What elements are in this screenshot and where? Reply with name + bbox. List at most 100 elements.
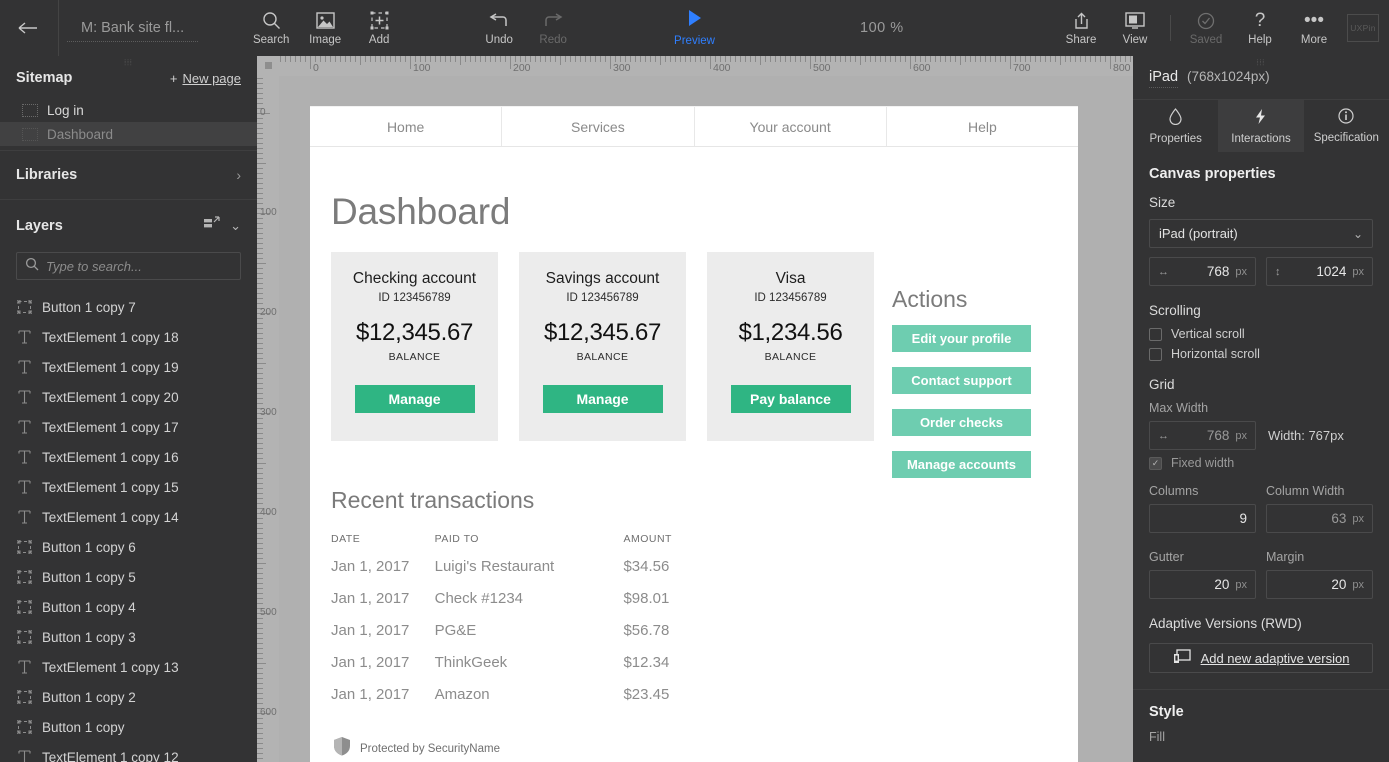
preview-button[interactable]: Preview [674, 9, 715, 47]
ruler-tick [810, 56, 811, 69]
nav-item-your-account[interactable]: Your account [695, 107, 887, 146]
account-card-savings[interactable]: Savings account ID 123456789 $12,345.67 … [519, 252, 686, 441]
undo-button[interactable]: Undo [472, 0, 526, 56]
layer-row[interactable]: Button 1 copy 4 [0, 592, 257, 622]
redo-button[interactable]: Redo [526, 0, 580, 56]
help-button[interactable]: ? Help [1233, 0, 1287, 56]
ruler-corner[interactable] [257, 56, 279, 76]
layer-row[interactable]: Button 1 copy 7 [0, 292, 257, 322]
order-checks-button[interactable]: Order checks [892, 409, 1031, 436]
ruler-tick [257, 658, 263, 659]
fixed-width-checkbox[interactable]: ✓ Fixed width [1149, 456, 1373, 470]
grid-column-width-field[interactable]: 63 px [1266, 504, 1373, 533]
layer-row[interactable]: Button 1 copy 3 [0, 622, 257, 652]
search-tool-button[interactable]: Search [244, 0, 298, 56]
layer-search-box[interactable] [16, 252, 241, 280]
ruler-tick [257, 288, 263, 289]
ruler-tick [755, 56, 756, 62]
layer-row[interactable]: Button 1 copy [0, 712, 257, 742]
ruler-tick [257, 448, 263, 449]
manage-button[interactable]: Manage [543, 385, 663, 413]
search-icon [25, 257, 39, 276]
layer-row[interactable]: Button 1 copy 5 [0, 562, 257, 592]
ruler-tick [500, 56, 501, 62]
account-card-checking[interactable]: Checking account ID 123456789 $12,345.67… [331, 252, 498, 441]
nav-item-services[interactable]: Services [502, 107, 694, 146]
ruler-tick [465, 56, 466, 62]
device-name[interactable]: iPad [1149, 69, 1178, 88]
view-button[interactable]: View [1108, 0, 1162, 56]
grid-max-width-field[interactable]: ↔ 768 px [1149, 421, 1256, 450]
layer-row[interactable]: Button 1 copy 6 [0, 532, 257, 562]
grid-columns-field[interactable]: 9 [1149, 504, 1256, 533]
expand-layers-icon[interactable] [204, 216, 220, 236]
vertical-scroll-checkbox[interactable]: Vertical scroll [1149, 327, 1373, 341]
horizontal-ruler[interactable]: 0100200300400500600700800 [257, 56, 1133, 76]
nav-item-help[interactable]: Help [887, 107, 1078, 146]
layer-search-input[interactable] [46, 259, 232, 274]
layer-row[interactable]: TextElement 1 copy 13 [0, 652, 257, 682]
layer-row[interactable]: TextElement 1 copy 15 [0, 472, 257, 502]
layer-row[interactable]: TextElement 1 copy 14 [0, 502, 257, 532]
zoom-level[interactable]: 100 % [860, 0, 904, 56]
edit-profile-button[interactable]: Edit your profile [892, 325, 1031, 352]
question-mark-icon: ? [1255, 10, 1266, 31]
layer-row[interactable]: TextElement 1 copy 19 [0, 352, 257, 382]
contact-support-button[interactable]: Contact support [892, 367, 1031, 394]
tab-properties[interactable]: Properties [1133, 100, 1218, 152]
tab-specification[interactable]: Specification [1304, 100, 1389, 152]
sitemap-item-dashboard[interactable]: Dashboard [0, 122, 257, 146]
image-tool-button[interactable]: Image [298, 0, 352, 56]
chevron-down-icon: ⌄ [1353, 227, 1363, 241]
nav-item-home[interactable]: Home [310, 107, 502, 146]
ruler-tick [935, 56, 936, 62]
page-thumb-icon [22, 128, 38, 141]
grid-gutter-value: 20 [1158, 577, 1229, 592]
new-page-button[interactable]: + New page [170, 71, 241, 86]
sitemap-drag-handle[interactable]: ⦙⦙⦙ [0, 56, 257, 65]
back-button[interactable] [0, 0, 58, 56]
site-nav: Home Services Your account Help [310, 106, 1078, 147]
ruler-tick [300, 56, 301, 62]
horizontal-scroll-checkbox[interactable]: Horizontal scroll [1149, 347, 1373, 361]
add-tool-button[interactable]: Add [352, 0, 406, 56]
tab-interactions[interactable]: Interactions [1218, 100, 1303, 152]
size-preset-select[interactable]: iPad (portrait) ⌄ [1149, 219, 1373, 248]
cell-paid-to: Luigi's Restaurant [435, 558, 624, 575]
canvas-area[interactable]: Home Services Your account Help Dashboar… [279, 76, 1133, 762]
layer-row[interactable]: TextElement 1 copy 12 [0, 742, 257, 762]
chevron-down-icon[interactable]: ⌄ [230, 218, 241, 234]
page-thumb-icon [22, 104, 38, 117]
columns-fields: 9 63 px [1149, 504, 1373, 533]
layer-row[interactable]: TextElement 1 copy 17 [0, 412, 257, 442]
document-title[interactable]: M: Bank site fl... [67, 15, 198, 42]
ruler-tick [257, 103, 263, 104]
layer-row[interactable]: TextElement 1 copy 16 [0, 442, 257, 472]
account-card-visa[interactable]: Visa ID 123456789 $1,234.56 BALANCE Pay … [707, 252, 874, 441]
artboard-dashboard[interactable]: Home Services Your account Help Dashboar… [310, 106, 1078, 762]
sitemap-item-login[interactable]: Log in [0, 98, 257, 122]
share-button[interactable]: Share [1054, 0, 1108, 56]
pay-balance-button[interactable]: Pay balance [731, 385, 851, 413]
text-layer-icon [16, 329, 32, 345]
libraries-section[interactable]: Libraries › [0, 151, 257, 199]
add-adaptive-version-button[interactable]: Add new adaptive version [1149, 643, 1373, 673]
panel-drag-handle[interactable]: ⦙⦙⦙ [1133, 56, 1389, 65]
manage-accounts-button[interactable]: Manage accounts [892, 451, 1031, 478]
ruler-tick [257, 283, 263, 284]
layer-row[interactable]: TextElement 1 copy 18 [0, 322, 257, 352]
layer-row[interactable]: TextElement 1 copy 20 [0, 382, 257, 412]
canvas-height-field[interactable]: ↕ 1024 px [1266, 257, 1373, 286]
ruler-tick [580, 56, 581, 62]
ruler-tick [257, 223, 263, 224]
ruler-tick [835, 56, 836, 62]
ruler-tick [360, 56, 361, 65]
ruler-label: 400 [713, 62, 731, 74]
manage-button[interactable]: Manage [355, 385, 475, 413]
canvas-width-field[interactable]: ↔ 768 px [1149, 257, 1256, 286]
layer-row[interactable]: Button 1 copy 2 [0, 682, 257, 712]
grid-gutter-field[interactable]: 20 px [1149, 570, 1256, 599]
vertical-ruler[interactable]: 0100200300400500600 [257, 76, 279, 762]
grid-margin-field[interactable]: 20 px [1266, 570, 1373, 599]
more-button[interactable]: ••• More [1287, 0, 1341, 56]
